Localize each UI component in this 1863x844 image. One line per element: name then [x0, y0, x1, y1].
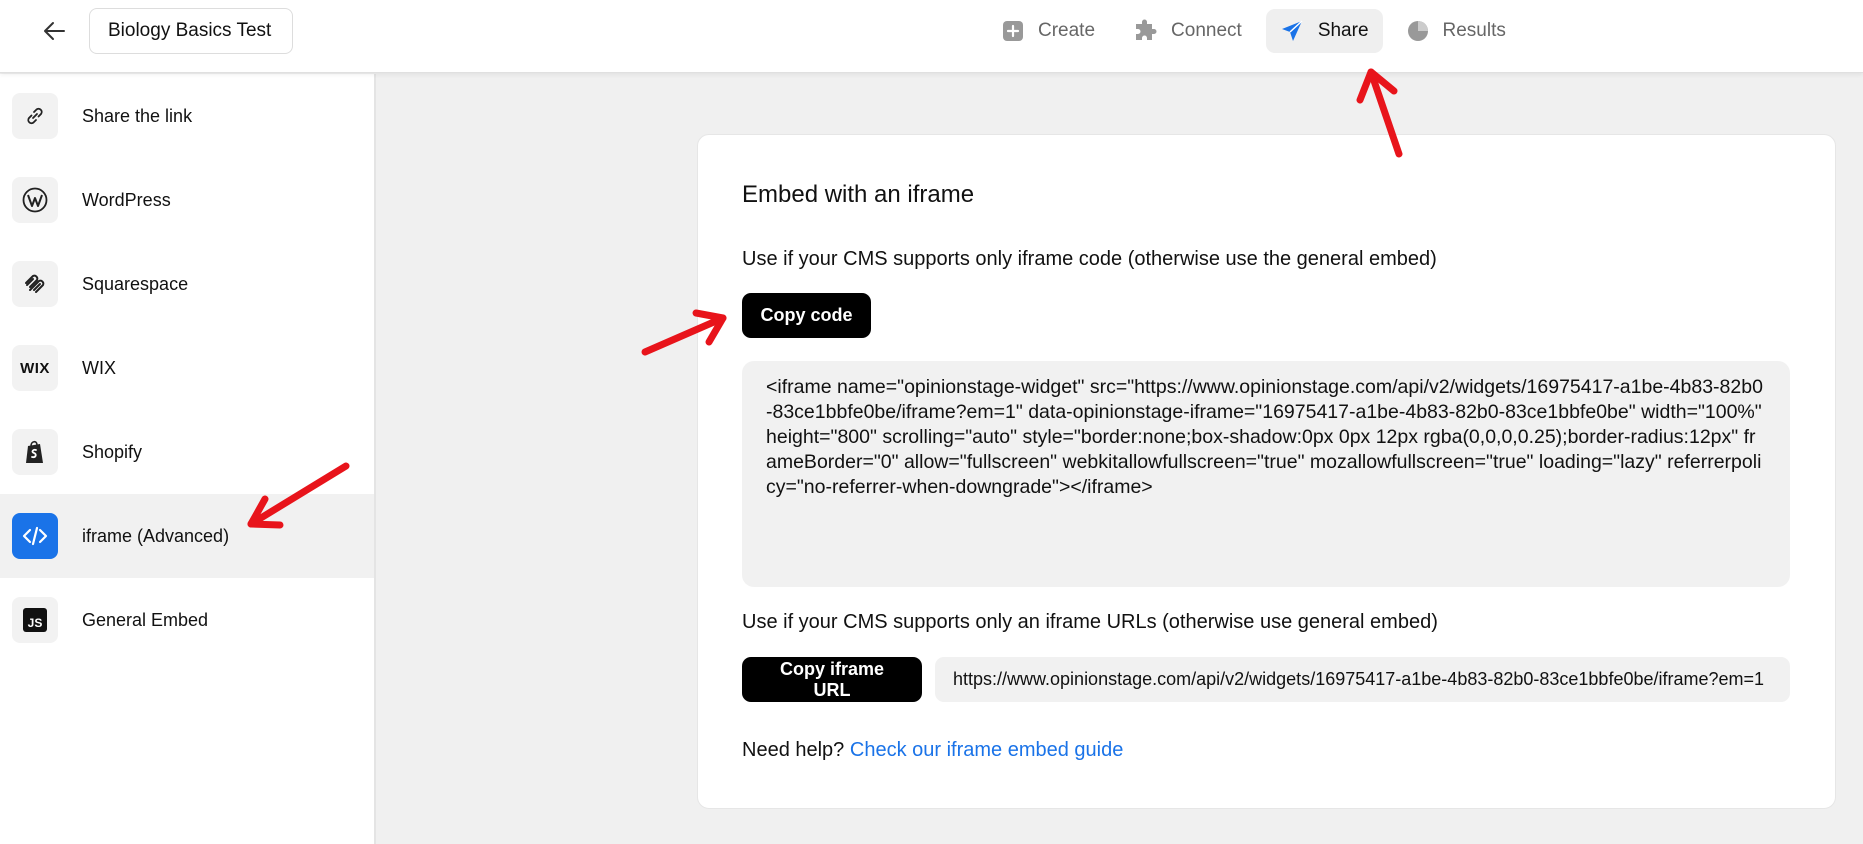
back-button[interactable] [36, 15, 72, 47]
sidebar-item-squarespace[interactable]: Squarespace [0, 242, 374, 326]
copy-iframe-url-button[interactable]: Copy iframe URL [742, 657, 922, 702]
sidebar-item-label: Shopify [82, 441, 143, 462]
top-bar: Biology Basics Test Create Connect Share [0, 0, 1863, 73]
tab-create-label: Create [1038, 20, 1096, 41]
sidebar-item-label: General Embed [82, 609, 209, 630]
wordpress-icon [22, 187, 48, 213]
section-heading: Embed with an iframe [742, 181, 975, 208]
sidebar-item-label: WIX [82, 357, 116, 378]
shopify-icon [26, 440, 43, 463]
js-icon: JS [27, 616, 43, 630]
main-nav: Create Connect Share Results [988, 9, 1520, 53]
help-text: Need help? Check our iframe embed guide [742, 739, 1123, 762]
share-options-sidebar: Share the link WordPress Squarespace WIX… [0, 74, 376, 844]
plus-square-icon [1003, 21, 1023, 41]
iframe-url-field[interactable]: https://www.opinionstage.com/api/v2/widg… [935, 657, 1790, 702]
sidebar-item-share-link[interactable]: Share the link [0, 74, 374, 158]
sidebar-item-label: Share the link [82, 105, 193, 126]
tab-share-label: Share [1317, 20, 1369, 41]
sidebar-item-shopify[interactable]: Shopify [0, 410, 374, 494]
sidebar-item-wix[interactable]: WIX WIX [0, 326, 374, 410]
help-prefix: Need help? [742, 739, 845, 761]
sidebar-item-iframe[interactable]: iframe (Advanced) [0, 494, 374, 578]
pie-chart-icon [1407, 21, 1428, 41]
sidebar-item-label: WordPress [82, 189, 171, 210]
tab-share[interactable]: Share [1265, 9, 1383, 53]
iframe-embed-guide-link[interactable]: Check our iframe embed guide [850, 739, 1123, 761]
tab-results-label: Results [1442, 20, 1506, 41]
wix-icon: WIX [20, 359, 50, 377]
link-icon [27, 107, 43, 125]
puzzle-icon [1136, 19, 1157, 40]
arrow-left-icon [44, 22, 65, 40]
iframe-code-block[interactable]: <iframe name="opinionstage-widget" src="… [742, 361, 1790, 587]
sidebar-item-general-embed[interactable]: JS General Embed [0, 578, 374, 662]
tab-connect-label: Connect [1171, 20, 1242, 41]
sidebar-item-label: Squarespace [82, 273, 189, 294]
squarespace-icon [25, 274, 45, 293]
iframe-code-description: Use if your CMS supports only iframe cod… [742, 248, 1437, 270]
copy-code-button[interactable]: Copy code [742, 293, 871, 338]
iframe-url-description: Use if your CMS supports only an iframe … [742, 611, 1438, 633]
paper-plane-icon [1281, 20, 1303, 41]
tab-connect[interactable]: Connect [1119, 9, 1256, 53]
tab-create[interactable]: Create [988, 9, 1109, 53]
sidebar-item-label: iframe (Advanced) [82, 525, 230, 546]
embed-iframe-card: Embed with an iframe Use if your CMS sup… [697, 134, 1836, 809]
code-icon [22, 526, 48, 546]
tab-results[interactable]: Results [1393, 9, 1520, 53]
sidebar-item-wordpress[interactable]: WordPress [0, 158, 374, 242]
quiz-title-field[interactable]: Biology Basics Test [89, 8, 293, 54]
